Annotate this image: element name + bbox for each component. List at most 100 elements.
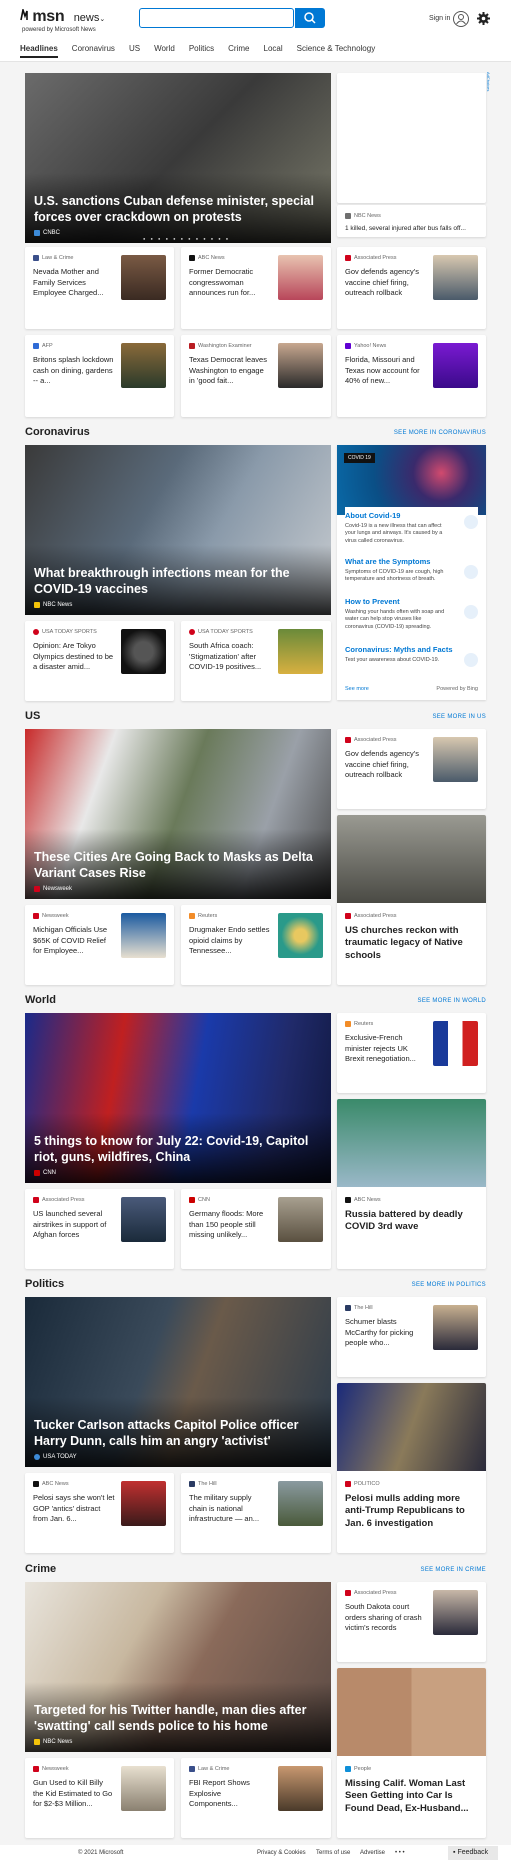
nav-science-technology[interactable]: Science & Technology xyxy=(297,44,376,58)
card-source: Associated Press xyxy=(345,1590,397,1596)
news-card[interactable]: Law & Crime Nevada Mother and Family Ser… xyxy=(25,247,174,329)
source-logo-icon xyxy=(189,629,195,635)
see-more-us-link[interactable]: SEE MORE IN US xyxy=(432,714,486,720)
nav-headlines[interactable]: Headlines xyxy=(20,44,58,58)
search-icon xyxy=(304,12,316,24)
source-name: The Hill xyxy=(354,1305,373,1311)
covid-panel-footer: See more Powered by Bing xyxy=(345,686,478,692)
source-logo-icon xyxy=(189,1197,195,1203)
source-logo-icon xyxy=(34,230,40,236)
card-title: Exclusive-French minister rejects UK Bre… xyxy=(345,1033,416,1063)
sign-in-link[interactable]: Sign in xyxy=(429,15,450,22)
world-hero[interactable]: 5 things to know for July 22: Covid-19, … xyxy=(25,1013,331,1183)
nav-local[interactable]: Local xyxy=(264,44,283,58)
privacy-link[interactable]: Privacy & Cookies xyxy=(257,1850,306,1856)
nav-world[interactable]: World xyxy=(154,44,175,58)
source-name: Washington Examiner xyxy=(198,343,252,349)
news-card[interactable]: ABC News Former Democratic congresswoman… xyxy=(181,247,331,329)
card-thumbnail xyxy=(278,1766,323,1811)
nav-us[interactable]: US xyxy=(129,44,140,58)
big-news-card[interactable]: People Missing Calif. Woman Last Seen Ge… xyxy=(337,1668,486,1838)
covid-item-about[interactable]: About Covid-19 Covid-19 is a new illness… xyxy=(345,507,478,546)
card-thumbnail xyxy=(278,913,323,958)
covid-item-prevent[interactable]: How to Prevent Washing your hands often … xyxy=(345,597,478,631)
user-icon xyxy=(456,14,466,25)
card-title: Opinion: Are Tokyo Olympics destined to … xyxy=(33,641,114,671)
coronavirus-hero[interactable]: What breakthrough infections mean for th… xyxy=(25,445,331,615)
news-card[interactable]: Associated Press Gov defends agency's va… xyxy=(337,247,486,329)
gear-icon[interactable] xyxy=(477,12,490,25)
news-card[interactable]: Reuters Drugmaker Endo settles opioid cl… xyxy=(181,905,331,985)
nav-crime[interactable]: Crime xyxy=(228,44,249,58)
big-news-card[interactable]: POLITICO Pelosi mulls adding more anti-T… xyxy=(337,1383,486,1553)
card-source: CNN xyxy=(189,1197,210,1203)
see-more-crime-link[interactable]: SEE MORE IN CRIME xyxy=(421,1567,486,1573)
covid-item-myths[interactable]: Coronavirus: Myths and Facts Test your a… xyxy=(345,645,478,667)
card-source: Associated Press xyxy=(345,913,397,919)
us-hero[interactable]: These Cities Are Going Back to Masks as … xyxy=(25,729,331,899)
card-title: Russia battered by deadly COVID 3rd wave xyxy=(345,1209,463,1233)
news-card[interactable]: The Hill Schumer blasts McCarthy for pic… xyxy=(337,1297,486,1377)
news-card[interactable]: CNN Germany floods: More than 150 people… xyxy=(181,1189,331,1269)
card-source: ABC News xyxy=(189,255,225,261)
covid-item-title: About Covid-19 xyxy=(345,511,401,520)
avatar[interactable] xyxy=(453,11,469,27)
feedback-icon: ▪ xyxy=(453,1849,456,1856)
news-card[interactable]: The Hill The military supply chain is na… xyxy=(181,1473,331,1553)
terms-link[interactable]: Terms of use xyxy=(316,1850,350,1856)
card-source: Associated Press xyxy=(345,737,397,743)
see-more-coronavirus-link[interactable]: SEE MORE IN CORONAVIRUS xyxy=(394,430,486,436)
news-card[interactable]: Law & Crime FBI Report Shows Explosive C… xyxy=(181,1758,331,1838)
card-title: Michigan Officials Use $65K of COVID Rel… xyxy=(33,925,108,955)
covid-badge: COVID 19 xyxy=(344,453,375,463)
source-name: AFP xyxy=(42,343,53,349)
news-card[interactable]: Associated Press Gov defends agency's va… xyxy=(337,729,486,809)
chevron-down-icon[interactable]: ⌄ xyxy=(99,16,105,23)
source-logo-icon xyxy=(345,913,351,919)
news-card[interactable]: Associated Press South Dakota court orde… xyxy=(337,1582,486,1662)
big-news-card[interactable]: ABC News Russia battered by deadly COVID… xyxy=(337,1099,486,1269)
search-button[interactable] xyxy=(295,8,325,28)
news-card[interactable]: USA TODAY SPORTS South Africa coach: 'St… xyxy=(181,621,331,701)
card-thumbnail xyxy=(121,255,166,300)
more-links[interactable]: • • • xyxy=(395,1850,405,1856)
news-card[interactable]: Newsweek Michigan Officials Use $65K of … xyxy=(25,905,174,985)
source-name: NBC News xyxy=(354,213,381,219)
card-thumbnail xyxy=(433,255,478,300)
news-card[interactable]: ABC News Pelosi says she won't let GOP '… xyxy=(25,1473,174,1553)
politics-hero[interactable]: Tucker Carlson attacks Capitol Police of… xyxy=(25,1297,331,1467)
nav-coronavirus[interactable]: Coronavirus xyxy=(72,44,115,58)
source-logo-icon xyxy=(33,343,39,349)
source-name: Newsweek xyxy=(43,886,73,892)
news-card[interactable]: USA TODAY SPORTS Opinion: Are Tokyo Olym… xyxy=(25,621,174,701)
news-card[interactable]: Associated Press US launched several air… xyxy=(25,1189,174,1269)
advertise-link[interactable]: Advertise xyxy=(360,1850,385,1856)
card-source: The Hill xyxy=(345,1305,373,1311)
quiz-icon xyxy=(464,653,478,667)
card-thumbnail xyxy=(121,1197,166,1242)
big-news-card[interactable]: Associated Press US churches reckon with… xyxy=(337,815,486,985)
msn-logo[interactable]: msn news⌄ powered by Microsoft News xyxy=(20,8,105,33)
see-more-politics-link[interactable]: SEE MORE IN POLITICS xyxy=(412,1282,486,1288)
news-card[interactable]: Newsweek Gun Used to Kill Billy the Kid … xyxy=(25,1758,174,1838)
news-card[interactable]: Reuters Exclusive-French minister reject… xyxy=(337,1013,486,1093)
news-card[interactable]: Washington Examiner Texas Democrat leave… xyxy=(181,335,331,417)
source-name: USA TODAY xyxy=(43,1454,77,1460)
covid-item-symptoms[interactable]: What are the Symptoms Symptoms of COVID-… xyxy=(345,557,478,584)
search-input[interactable] xyxy=(139,8,294,28)
carousel-dots[interactable]: ● ● ● ● ● ● ● ● ● ● ● ● xyxy=(143,236,230,241)
covid-see-more-link[interactable]: See more xyxy=(345,686,369,692)
feedback-button[interactable]: ▪ Feedback xyxy=(448,1846,498,1860)
news-card[interactable]: AFP Britons splash lockdown cash on dini… xyxy=(25,335,174,417)
side-card[interactable]: NBC News 1 killed, several injured after… xyxy=(337,205,486,237)
headline-hero[interactable]: U.S. sanctions Cuban defense minister, s… xyxy=(25,73,331,243)
news-card[interactable]: Yahoo! News Florida, Missouri and Texas … xyxy=(337,335,486,417)
source-logo-icon xyxy=(345,1197,351,1203)
card-thumbnail xyxy=(121,1481,166,1526)
crime-hero[interactable]: Targeted for his Twitter handle, man die… xyxy=(25,1582,331,1752)
adchoices-link[interactable]: AdChoices xyxy=(486,72,491,91)
see-more-world-link[interactable]: SEE MORE IN WORLD xyxy=(418,998,486,1004)
source-logo-icon xyxy=(345,1590,351,1596)
hero-source: CNN xyxy=(34,1170,56,1176)
nav-politics[interactable]: Politics xyxy=(189,44,214,58)
